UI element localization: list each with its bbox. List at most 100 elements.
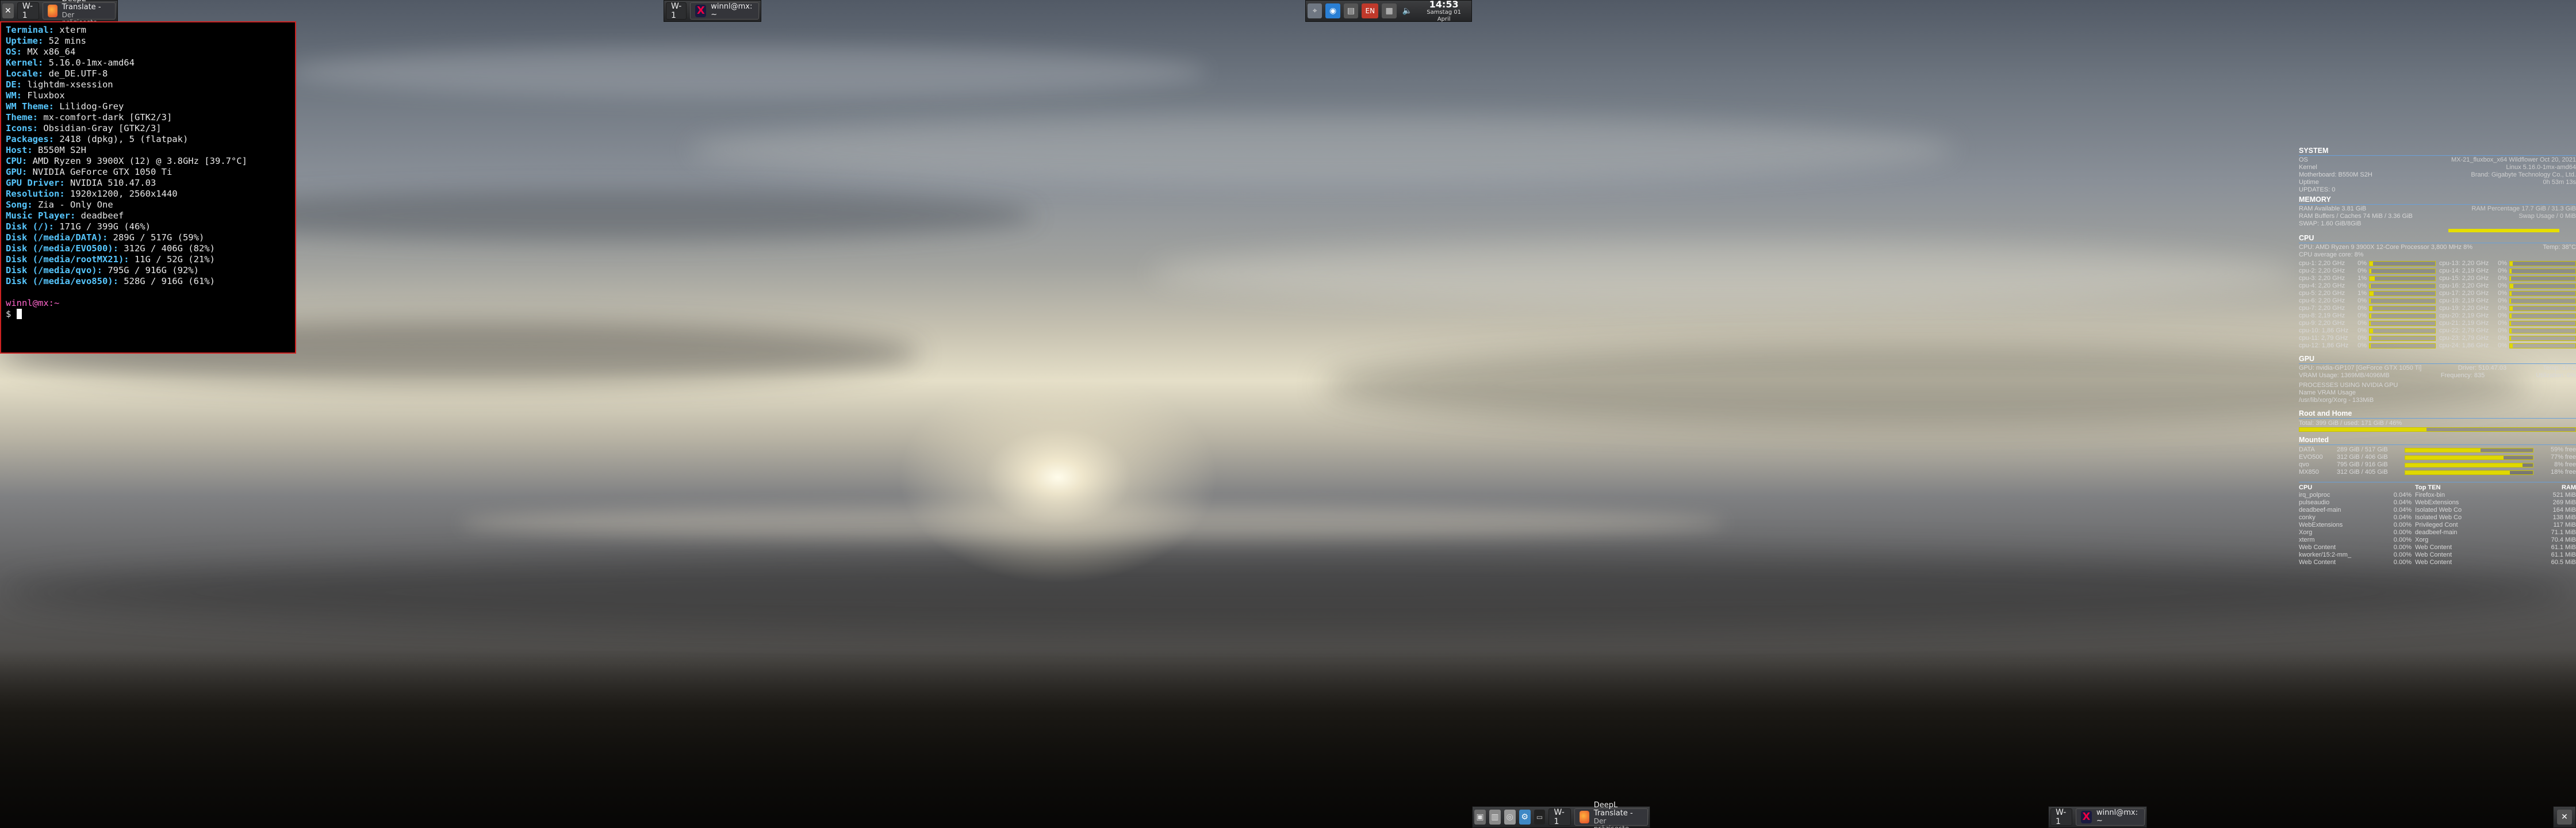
keyboard-layout-indicator[interactable]: EN [1362, 3, 1379, 18]
neofetch-line: CPU: AMD Ryzen 9 3900X (12) @ 3.8GHz [39… [6, 156, 290, 167]
network-icon[interactable]: ◉ [1325, 3, 1340, 18]
screenshot-icon[interactable]: ⌖ [1308, 3, 1322, 18]
workspace-name[interactable]: W-1 [1548, 808, 1571, 826]
cpu-model-row: CPU: AMD Ryzen 9 3900X 12-Core Processor… [2299, 244, 2576, 251]
file-manager-icon[interactable]: ▣ [1474, 810, 1486, 825]
info-key: Kernel: [6, 57, 44, 68]
core-percent: 0% [2358, 297, 2367, 304]
core-percent: 0% [2498, 327, 2507, 334]
disk-name: MX850 [2299, 469, 2319, 476]
cpu-core-row: cpu-8: 2,19 GHz 0% [2299, 312, 2436, 320]
core-meter-fill [2510, 321, 2512, 325]
info-label: UPDATES: 0 [2299, 186, 2336, 193]
disk-usage-fill [2405, 455, 2504, 459]
process-row: conky 0.04% Isolated Web Co 138 MiB [2299, 514, 2576, 522]
shell-input-line[interactable]: $ [6, 309, 290, 320]
core-percent: 0% [2358, 305, 2367, 312]
cpu-process-name: conky [2299, 514, 2316, 521]
core-label: cpu-2: 2,20 GHz [2299, 267, 2345, 274]
ram-process-name: Privileged Cont [2415, 522, 2458, 528]
core-meter [2509, 343, 2576, 348]
info-value: NVIDIA 510.47.03 [64, 178, 156, 188]
core-meter [2369, 321, 2436, 326]
disk-usage-bar [2405, 455, 2533, 460]
bottom-right-toolbar: W-1 X winnl@mx: ~ [2048, 806, 2147, 828]
workspace-name[interactable]: W-1 [2050, 808, 2072, 826]
task-xterm[interactable]: X winnl@mx: ~ [690, 2, 760, 20]
info-value: 0h 53m 13s [2543, 179, 2576, 186]
neofetch-line: Disk (/media/EVO500): 312G / 406G (82%) [6, 243, 290, 254]
gpu-field: Utilization: 0% [2536, 372, 2576, 379]
settings-icon[interactable]: ⚙ [1519, 810, 1531, 825]
disk-name: DATA [2299, 446, 2315, 453]
info-value: Zia - Only One [32, 200, 113, 210]
xterm-icon: X [695, 5, 707, 17]
volume-icon[interactable]: 🔈 [1400, 3, 1414, 18]
core-label: cpu-20: 2,19 GHz [2439, 312, 2489, 319]
core-meter [2509, 306, 2576, 311]
info-value: 5.16.0-1mx-amd64 [43, 57, 135, 68]
process-rows: irq_polproc 0.04% Firefox-bin 521 MiB pulsea… [2299, 492, 2576, 566]
disk-name: qvo [2299, 461, 2309, 468]
neofetch-line: Kernel: 5.16.0-1mx-amd64 [6, 57, 290, 68]
clock[interactable]: 14:53 Samstag 01 April [1416, 0, 1471, 23]
core-meter [2509, 291, 2576, 296]
neofetch-line: Packages: 2418 (dpkg), 5 (flatpak) [6, 134, 290, 145]
core-meter-fill [2370, 321, 2371, 325]
task-title: DeepL Translate - [62, 0, 101, 12]
process-row: xterm 0.00% Xorg 70.4 MiB [2299, 536, 2576, 544]
core-meter [2369, 269, 2436, 274]
cpu-average: CPU average core: 8% [2299, 251, 2364, 258]
audio-tray-icon[interactable]: ▤ [1343, 3, 1359, 18]
task-deepl[interactable]: DeepL Translate - Der präziseste [1574, 802, 1649, 828]
app-launcher-icon[interactable]: ◎ [1504, 810, 1516, 825]
ram-process-name: Web Content [2415, 551, 2452, 558]
cpu-core-row: cpu-23: 2,79 GHz 0% [2439, 335, 2576, 342]
info-key: WM Theme: [6, 101, 54, 112]
info-label: RAM Buffers / Caches 74 MiB / 3.36 GiB [2299, 213, 2413, 220]
core-meter [2509, 269, 2576, 274]
cpu-core-row: cpu-2: 2,20 GHz 0% [2299, 267, 2436, 275]
system-tray-icon[interactable]: ▦ [1382, 3, 1397, 18]
conky-monitor: SYSTEM OS MX-21_fluxbox_x64 Wildflower Oc… [2299, 145, 2576, 593]
fluxbox-menu-icon[interactable]: ✕ [2, 3, 14, 18]
core-meter-fill [2510, 329, 2512, 333]
cpu-cores-right: cpu-13: 2,20 GHz 0% cpu-14: 2,19 GHz 0% cpu-… [2439, 260, 2576, 350]
core-percent: 0% [2358, 260, 2367, 267]
neofetch-line: Disk (/media/evo850): 528G / 916G (61%) [6, 276, 290, 287]
task-title: DeepL Translate - [1593, 801, 1633, 818]
neofetch-line: Theme: mx-comfort-dark [GTK2/3] [6, 112, 290, 123]
info-row: OS MX-21_fluxbox_x64 Wildflower Oct 20, 2… [2299, 156, 2576, 164]
info-label: Uptime [2299, 179, 2319, 186]
info-key: Locale: [6, 68, 44, 79]
info-label: RAM Available 3.81 GiB [2299, 205, 2367, 212]
task-xterm[interactable]: X winnl@mx: ~ [2075, 808, 2145, 826]
xterm-window[interactable]: Terminal: xterm Uptime: 52 mins OS: MX x86… [0, 21, 296, 354]
cpu-core-row: cpu-14: 2,19 GHz 0% [2439, 267, 2576, 275]
disk-usage-fill [2405, 448, 2481, 452]
cpu-core-row: cpu-20: 2,19 GHz 0% [2439, 312, 2576, 320]
memory-info: RAM Available 3.81 GiB RAM Percentage 17.… [2299, 205, 2576, 228]
workspace-name[interactable]: W-1 [17, 2, 40, 20]
terminal-icon[interactable]: ▭ [1534, 810, 1546, 825]
core-meter-fill [2370, 336, 2372, 340]
top-ten-title: Top TEN [2415, 484, 2441, 491]
gpu-field: Temp: 37°C [2543, 365, 2576, 371]
core-label: cpu-24: 1,86 GHz [2439, 342, 2489, 349]
info-key: Theme: [6, 112, 38, 122]
cloud-band [0, 552, 2576, 632]
cpu-core-row: cpu-7: 2,20 GHz 0% [2299, 305, 2436, 312]
neofetch-line: GPU Driver: NVIDIA 510.47.03 [6, 178, 290, 189]
core-meter [2369, 291, 2436, 296]
workspace-name[interactable]: W-1 [666, 2, 687, 20]
core-meter [2369, 336, 2436, 341]
info-key: CPU: [6, 156, 28, 166]
shell-prompt[interactable]: winnl@mx:~ [6, 298, 290, 309]
printer-icon[interactable]: ▥ [1489, 810, 1501, 825]
fluxbox-menu-icon[interactable]: ✕ [2557, 810, 2572, 825]
cpu-core-row: cpu-6: 2,20 GHz 0% [2299, 297, 2436, 305]
cpu-core-row: cpu-11: 2,79 GHz 0% [2299, 335, 2436, 342]
task-deepl[interactable]: DeepL Translate - Der präziseste [43, 0, 116, 26]
core-percent: 0% [2358, 342, 2367, 349]
info-row: Motherboard: B550M S2H Brand: Gigabyte Te… [2299, 171, 2576, 179]
